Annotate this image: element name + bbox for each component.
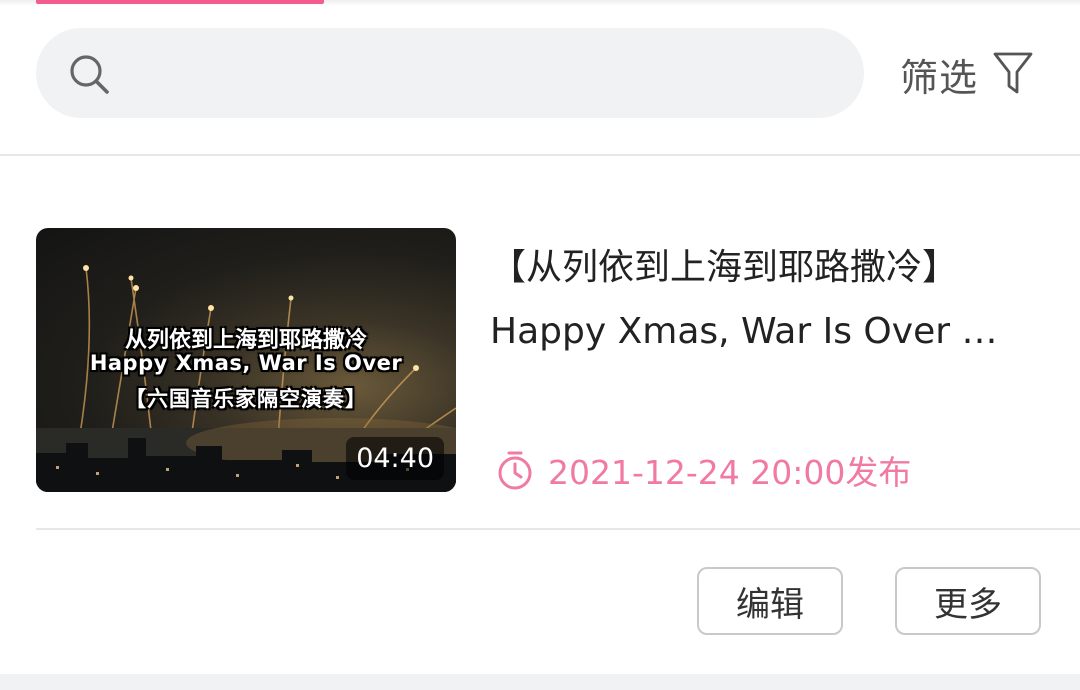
search-input[interactable]	[36, 28, 864, 118]
funnel-icon	[993, 52, 1033, 94]
thumbnail-caption-line: 【六国音乐家隔空演奏】	[125, 387, 367, 411]
section-separator	[0, 674, 1080, 690]
video-thumbnail[interactable]: 从列依到上海到耶路撒冷 Happy Xmas, War Is Over 【六国音…	[36, 228, 456, 492]
video-management-screen: 筛选 从列依到上海到耶路撒冷 Happy Xmas, War Is Over 【…	[0, 0, 1080, 690]
duration-badge: 04:40	[346, 437, 444, 480]
divider	[0, 154, 1080, 156]
filter-label: 筛选	[900, 55, 979, 100]
video-title[interactable]: 【从列依到上海到耶路撒冷】 Happy Xmas, War Is Over …	[490, 236, 1050, 364]
active-tab-indicator	[36, 0, 324, 4]
publish-info: 2021-12-24 20:00发布	[496, 448, 911, 492]
video-title-line: Happy Xmas, War Is Over …	[490, 311, 998, 352]
edit-button[interactable]: 编辑	[697, 567, 843, 635]
more-button[interactable]: 更多	[895, 567, 1041, 635]
publish-time: 2021-12-24 20:00发布	[548, 453, 912, 492]
thumbnail-caption-line: Happy Xmas, War Is Over	[89, 351, 403, 375]
thumbnail-caption-line: 从列依到上海到耶路撒冷	[124, 328, 367, 353]
search-icon	[70, 55, 109, 94]
filter-button[interactable]: 筛选	[900, 44, 1034, 104]
divider	[36, 528, 1080, 530]
timer-icon	[498, 451, 532, 490]
video-title-line: 【从列依到上海到耶路撒冷】	[490, 247, 959, 288]
